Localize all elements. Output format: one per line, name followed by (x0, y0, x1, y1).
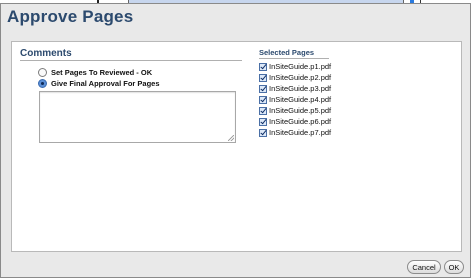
ok-button[interactable]: OK (444, 260, 464, 274)
list-item[interactable]: InSiteGuide.p7.pdf (259, 127, 331, 138)
radio-button-selected[interactable] (38, 79, 47, 88)
content-panel: Comments Set Pages To Reviewed - OK Give… (11, 41, 462, 252)
page-filename: InSiteGuide.p6.pdf (269, 117, 332, 126)
list-item[interactable]: InSiteGuide.p6.pdf (259, 116, 331, 127)
selected-pages-list: InSiteGuide.p1.pdf InSiteGuide.p2.pdf In… (259, 61, 331, 138)
list-item[interactable]: InSiteGuide.p2.pdf (259, 72, 331, 83)
list-item[interactable]: InSiteGuide.p5.pdf (259, 105, 331, 116)
page-filename: InSiteGuide.p1.pdf (269, 62, 332, 71)
cancel-button[interactable]: Cancel (407, 260, 441, 274)
radio-final-approval[interactable]: Give Final Approval For Pages (38, 79, 160, 88)
checkbox-checked[interactable] (259, 106, 267, 115)
checkbox-checked[interactable] (259, 95, 267, 104)
checkbox-checked[interactable] (259, 62, 267, 71)
radio-label: Give Final Approval For Pages (51, 79, 160, 88)
comments-divider (20, 60, 242, 61)
comments-header: Comments (20, 48, 72, 59)
radio-label: Set Pages To Reviewed - OK (51, 68, 153, 77)
selected-pages-header: Selected Pages (259, 48, 315, 57)
list-item[interactable]: InSiteGuide.p4.pdf (259, 94, 331, 105)
resize-grip-icon[interactable] (228, 135, 234, 141)
approve-pages-dialog: Approve Pages Comments Set Pages To Revi… (0, 3, 471, 278)
list-item[interactable]: InSiteGuide.p3.pdf (259, 83, 331, 94)
radio-button-unselected[interactable] (38, 68, 47, 77)
page-filename: InSiteGuide.p2.pdf (269, 73, 332, 82)
comments-textarea[interactable] (39, 91, 236, 143)
checkbox-checked[interactable] (259, 73, 267, 82)
page-filename: InSiteGuide.p4.pdf (269, 95, 332, 104)
page-filename: InSiteGuide.p7.pdf (269, 128, 332, 137)
page-filename: InSiteGuide.p5.pdf (269, 106, 332, 115)
checkbox-checked[interactable] (259, 117, 267, 126)
radio-set-reviewed[interactable]: Set Pages To Reviewed - OK (38, 68, 152, 77)
selected-pages-divider (259, 58, 329, 59)
dialog-title: Approve Pages (7, 7, 134, 26)
checkbox-checked[interactable] (259, 84, 267, 93)
list-item[interactable]: InSiteGuide.p1.pdf (259, 61, 331, 72)
page-filename: InSiteGuide.p3.pdf (269, 84, 332, 93)
checkbox-checked[interactable] (259, 128, 267, 137)
